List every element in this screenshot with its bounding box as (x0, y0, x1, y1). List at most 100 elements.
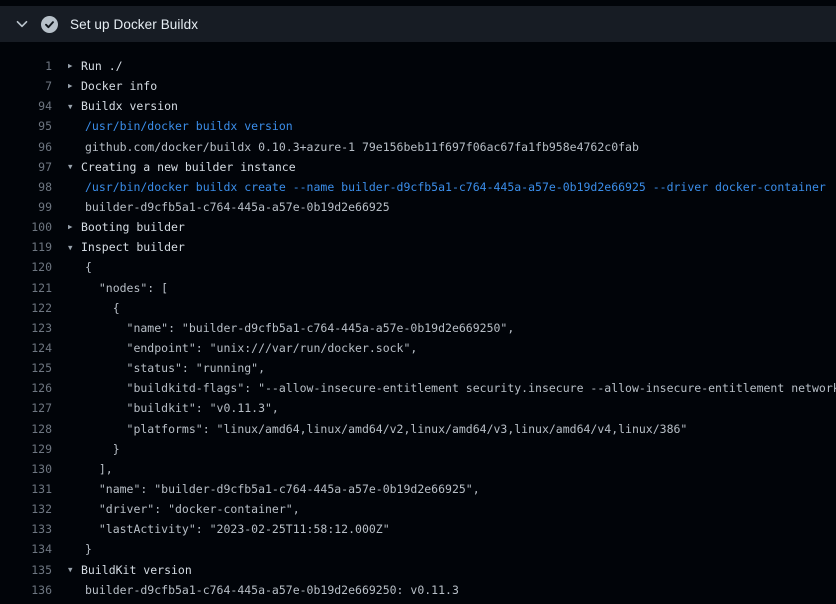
group-label: Buildx version (81, 99, 178, 113)
log-output-text: } (85, 542, 92, 556)
group-label: Booting builder (81, 220, 185, 234)
log-line: 97▼Creating a new builder instance (0, 157, 836, 177)
log-output-text: { (85, 260, 92, 274)
caret-down-icon: ▼ (68, 103, 79, 111)
log-group-header[interactable]: ▼Buildx version (52, 99, 178, 113)
log-output-text: "name": "builder-d9cfb5a1-c764-445a-a57e… (85, 321, 514, 335)
step-title: Set up Docker Buildx (70, 17, 198, 32)
line-number[interactable]: 127 (0, 401, 52, 415)
log-line: 1▶Run ./ (0, 56, 836, 76)
log-group-header[interactable]: ▼BuildKit version (52, 563, 192, 577)
log-group-header[interactable]: ▶Booting builder (52, 220, 185, 234)
log-line: 134} (0, 539, 836, 559)
line-number[interactable]: 132 (0, 502, 52, 516)
log-line: 128 "platforms": "linux/amd64,linux/amd6… (0, 419, 836, 439)
log-line: 7▶Docker info (0, 76, 836, 96)
line-number[interactable]: 125 (0, 361, 52, 375)
line-number[interactable]: 7 (0, 79, 52, 93)
log-line: 135▼BuildKit version (0, 560, 836, 580)
line-number[interactable]: 126 (0, 381, 52, 395)
step-header[interactable]: Set up Docker Buildx (0, 6, 836, 42)
caret-down-icon: ▼ (68, 163, 79, 171)
line-number[interactable]: 133 (0, 522, 52, 536)
log-output-text: "name": "builder-d9cfb5a1-c764-445a-a57e… (85, 482, 480, 496)
line-number[interactable]: 120 (0, 260, 52, 274)
line-number[interactable]: 131 (0, 482, 52, 496)
log-line: 98/usr/bin/docker buildx create --name b… (0, 177, 836, 197)
line-number[interactable]: 123 (0, 321, 52, 335)
log-output-text: "endpoint": "unix:///var/run/docker.sock… (85, 341, 417, 355)
log-output-text: github.com/docker/buildx 0.10.3+azure-1 … (85, 140, 639, 154)
group-label: BuildKit version (81, 563, 192, 577)
line-number[interactable]: 122 (0, 301, 52, 315)
line-number[interactable]: 119 (0, 240, 52, 254)
log-group-header[interactable]: ▶Docker info (52, 79, 157, 93)
log-group-header[interactable]: ▼Inspect builder (52, 240, 185, 254)
caret-right-icon: ▶ (68, 62, 79, 70)
log-command-text: /usr/bin/docker buildx version (85, 119, 293, 133)
line-number[interactable]: 134 (0, 542, 52, 556)
line-number[interactable]: 124 (0, 341, 52, 355)
log-group-header[interactable]: ▼Creating a new builder instance (52, 160, 296, 174)
log-line: 136 builder-d9cfb5a1-c764-445a-a57e-0b19d… (0, 580, 836, 600)
log-line: 100▶Booting builder (0, 217, 836, 237)
log-output-text: builder-d9cfb5a1-c764-445a-a57e-0b19d2e6… (85, 583, 459, 597)
log-command-text: /usr/bin/docker buildx create --name bui… (85, 180, 826, 194)
line-number[interactable]: 100 (0, 220, 52, 234)
log-line: 121 "nodes": [ (0, 278, 836, 298)
log-line: 127 "buildkit": "v0.11.3", (0, 398, 836, 418)
log-line: 133 "lastActivity": "2023-02-25T11:58:12… (0, 519, 836, 539)
line-number[interactable]: 128 (0, 422, 52, 436)
line-number[interactable]: 99 (0, 200, 52, 214)
log-output-text: ], (85, 462, 113, 476)
log-lines: 1▶Run ./7▶Docker info94▼Buildx version95… (0, 42, 836, 600)
group-label: Docker info (81, 79, 157, 93)
log-output-text: "lastActivity": "2023-02-25T11:58:12.000… (85, 522, 390, 536)
log-line: 122 { (0, 298, 836, 318)
line-number[interactable]: 95 (0, 119, 52, 133)
log-line: 119▼Inspect builder (0, 237, 836, 257)
log-line: 99 builder-d9cfb5a1-c764-445a-a57e-0b19d2… (0, 197, 836, 217)
log-line: 132 "driver": "docker-container", (0, 499, 836, 519)
log-output-text: "status": "running", (85, 361, 265, 375)
log-line: 131 "name": "builder-d9cfb5a1-c764-445a-… (0, 479, 836, 499)
log-output-text: "platforms": "linux/amd64,linux/amd64/v2… (85, 422, 687, 436)
log-output-text: } (85, 442, 120, 456)
line-number[interactable]: 130 (0, 462, 52, 476)
caret-down-icon: ▼ (68, 244, 79, 252)
chevron-down-icon[interactable] (14, 16, 30, 32)
log-line: 95/usr/bin/docker buildx version (0, 116, 836, 136)
log-line: 124 "endpoint": "unix:///var/run/docker.… (0, 338, 836, 358)
line-number[interactable]: 121 (0, 281, 52, 295)
log-line: 125 "status": "running", (0, 358, 836, 378)
log-output-text: "buildkit": "v0.11.3", (85, 401, 279, 415)
check-circle-icon (41, 16, 58, 33)
log-output-text: builder-d9cfb5a1-c764-445a-a57e-0b19d2e6… (85, 200, 390, 214)
line-number[interactable]: 97 (0, 160, 52, 174)
line-number[interactable]: 136 (0, 583, 52, 597)
line-number[interactable]: 135 (0, 563, 52, 577)
group-label: Run ./ (81, 59, 123, 73)
group-label: Creating a new builder instance (81, 160, 296, 174)
caret-right-icon: ▶ (68, 223, 79, 231)
log-line: 129 } (0, 439, 836, 459)
log-output-text: { (85, 301, 120, 315)
caret-right-icon: ▶ (68, 82, 79, 90)
line-number[interactable]: 98 (0, 180, 52, 194)
log-output-text: "driver": "docker-container", (85, 502, 300, 516)
log-line: 126 "buildkitd-flags": "--allow-insecure… (0, 378, 836, 398)
log-output-text: "nodes": [ (85, 281, 168, 295)
log-line: 120 { (0, 257, 836, 277)
line-number[interactable]: 1 (0, 59, 52, 73)
caret-down-icon: ▼ (68, 566, 79, 574)
log-group-header[interactable]: ▶Run ./ (52, 59, 123, 73)
log-line: 130 ], (0, 459, 836, 479)
log-output-text: "buildkitd-flags": "--allow-insecure-ent… (85, 381, 836, 395)
line-number[interactable]: 96 (0, 140, 52, 154)
line-number[interactable]: 129 (0, 442, 52, 456)
line-number[interactable]: 94 (0, 99, 52, 113)
log-line: 96 github.com/docker/buildx 0.10.3+azure-… (0, 137, 836, 157)
log-line: 94▼Buildx version (0, 96, 836, 116)
group-label: Inspect builder (81, 240, 185, 254)
log-line: 123 "name": "builder-d9cfb5a1-c764-445a-… (0, 318, 836, 338)
